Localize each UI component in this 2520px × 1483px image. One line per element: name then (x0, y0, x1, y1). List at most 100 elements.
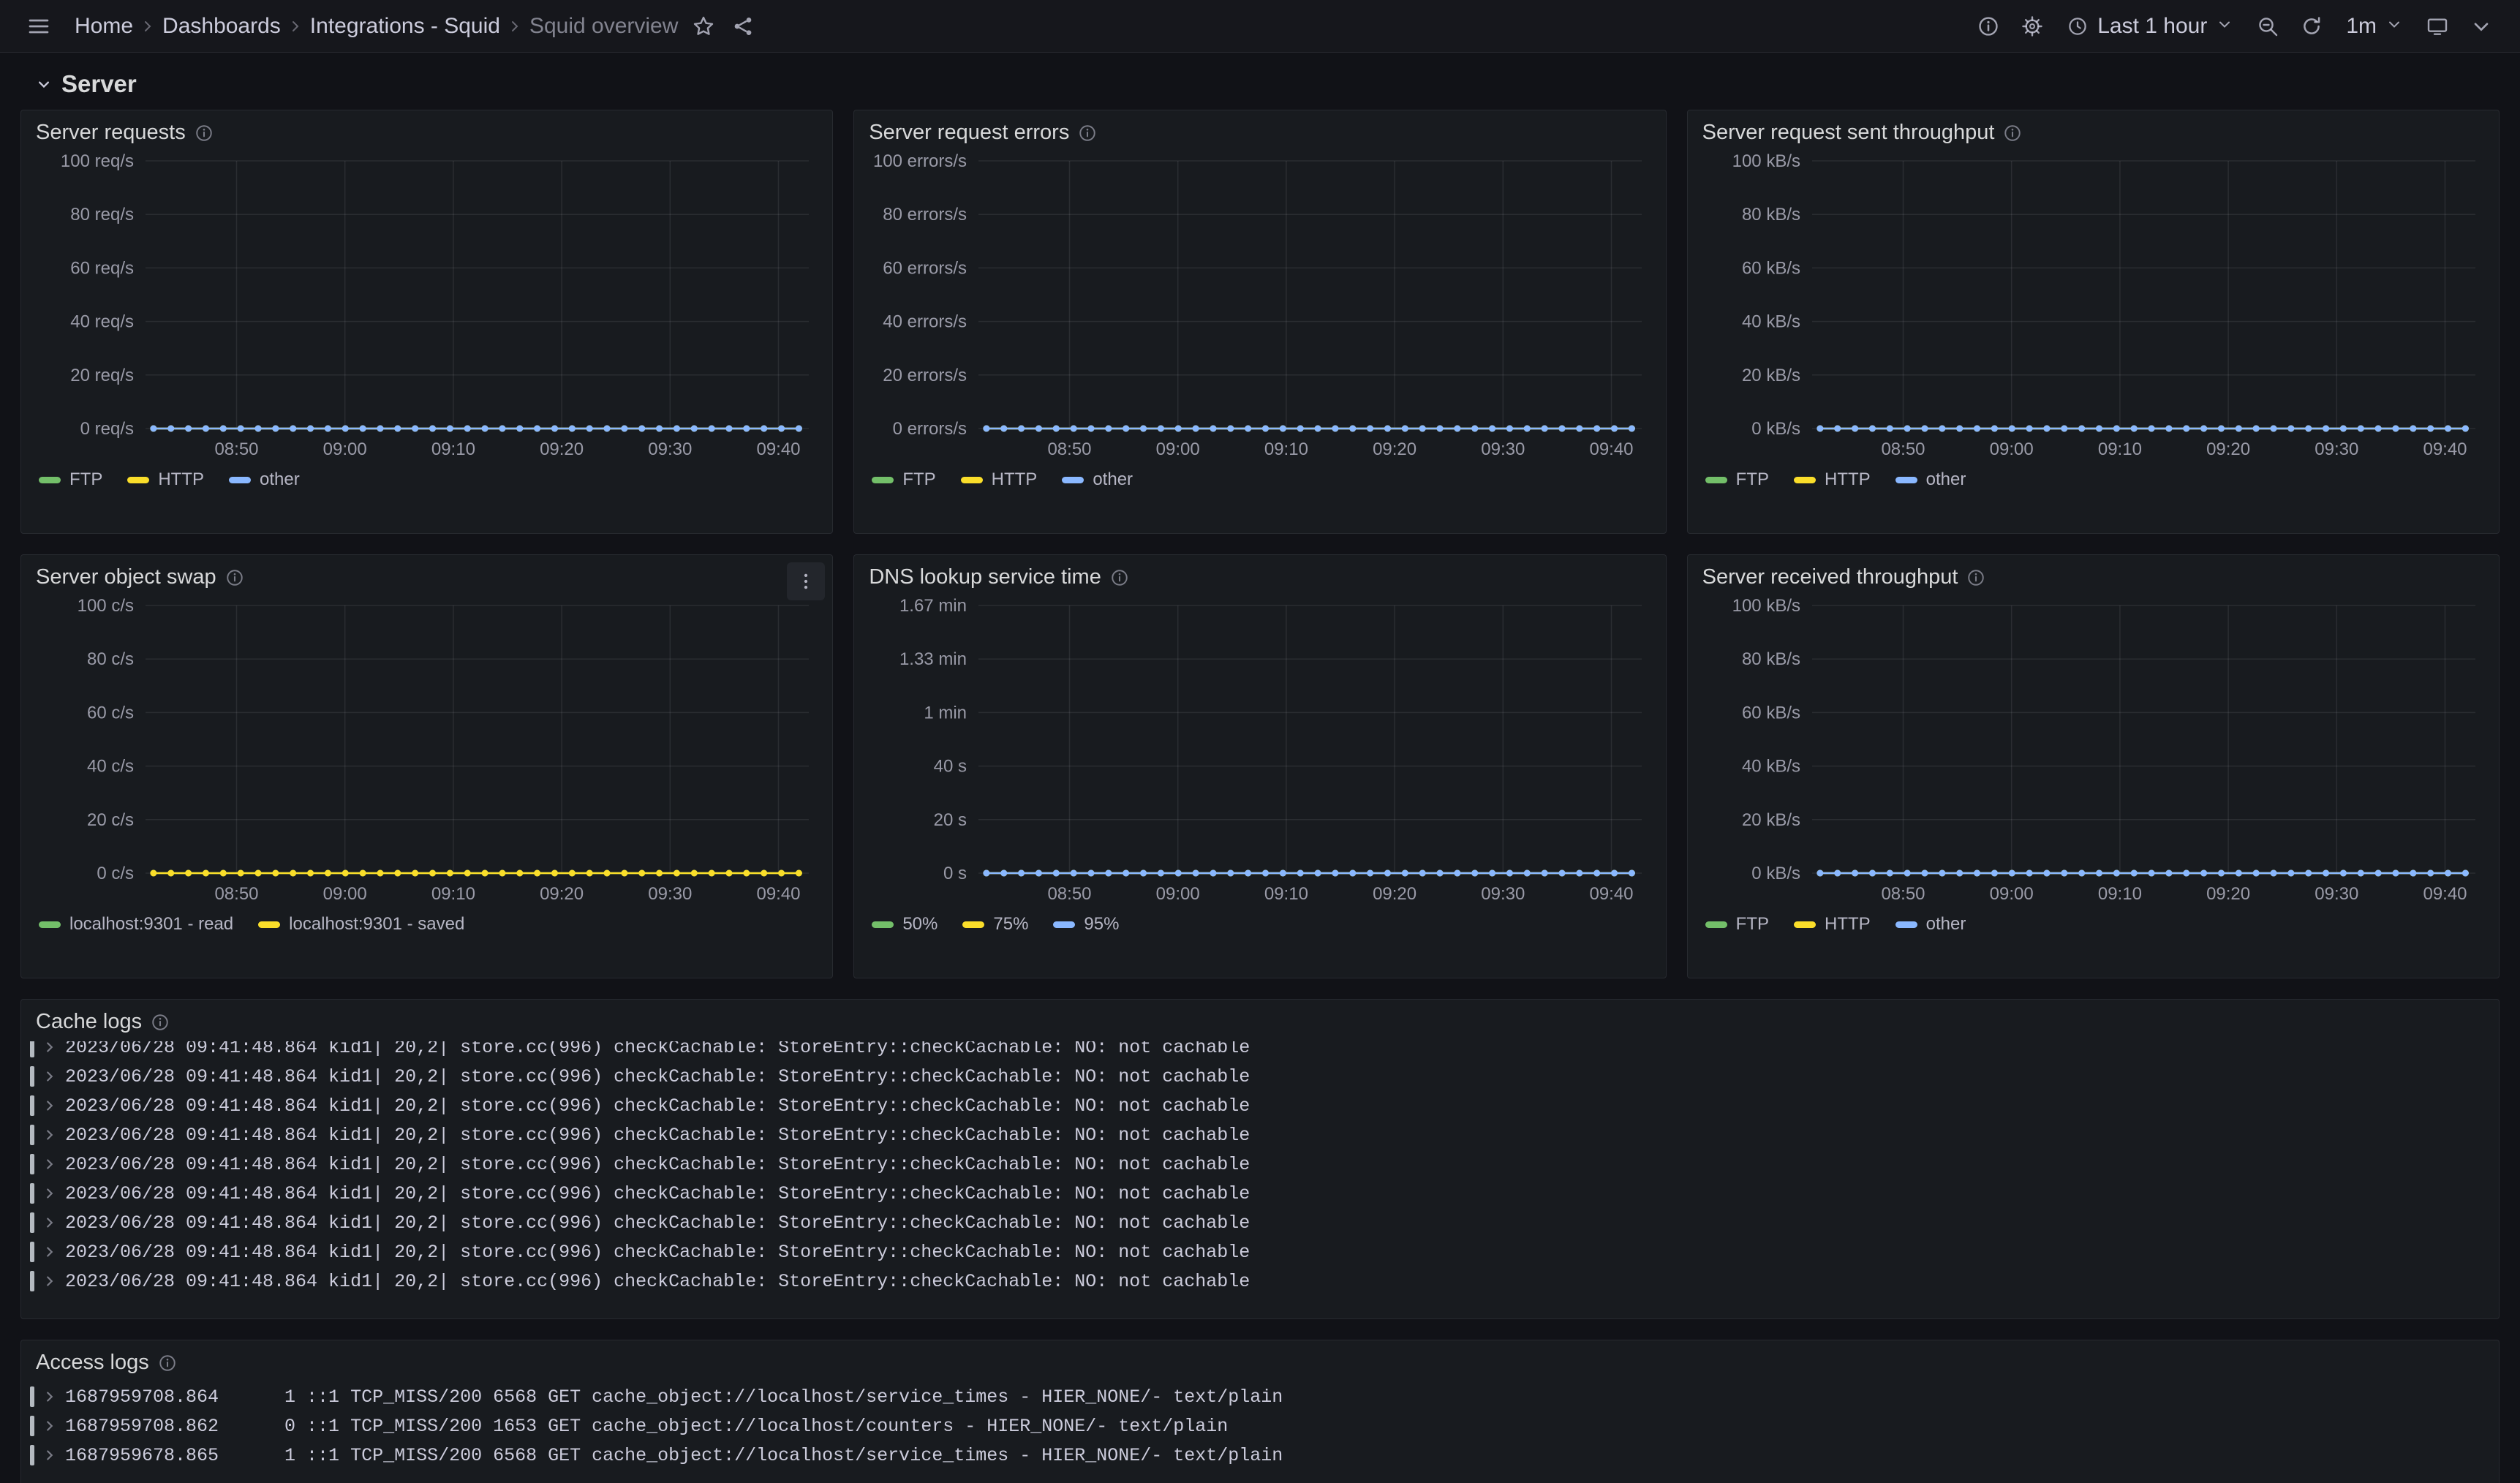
legend-item[interactable]: FTP (872, 469, 935, 490)
refresh-icon (2300, 15, 2323, 38)
breadcrumb: Home Dashboards Integrations - Squid Squ… (69, 14, 684, 39)
panel-header[interactable]: Server request errors (854, 110, 1665, 145)
legend-item[interactable]: HTTP (961, 469, 1038, 490)
legend-item[interactable]: HTTP (1794, 469, 1871, 490)
hamburger-icon (27, 15, 50, 38)
chevron-down-icon (2216, 14, 2233, 39)
svg-text:100 kB/s: 100 kB/s (1732, 596, 1800, 616)
log-line: 1687959678.865 1 ::1 TCP_MISS/200 6568 G… (65, 1445, 1283, 1466)
svg-text:09:10: 09:10 (431, 439, 475, 459)
time-series-chart[interactable]: 0 kB/s20 kB/s40 kB/s60 kB/s80 kB/s100 kB… (1695, 592, 2489, 907)
legend-item[interactable]: FTP (1705, 469, 1769, 490)
svg-text:09:20: 09:20 (1373, 439, 1416, 459)
svg-text:09:30: 09:30 (648, 884, 692, 904)
svg-text:0 kB/s: 0 kB/s (1751, 864, 1800, 883)
log-row[interactable]: 1687959708.864 1 ::1 TCP_MISS/200 6568 G… (30, 1382, 2489, 1411)
zoom-out-time-button[interactable] (2248, 7, 2287, 46)
share-dashboard-button[interactable] (723, 7, 763, 46)
panel-server-object-swap: Server object swap 0 c/s20 c/s40 c/s60 c… (20, 554, 833, 978)
dashboard-settings-button[interactable] (2012, 7, 2052, 46)
legend-item[interactable]: other (229, 469, 300, 490)
log-row[interactable]: 2023/06/28 09:41:48.864 kid1| 20,2| stor… (30, 1150, 2489, 1179)
legend-item[interactable]: 95% (1053, 914, 1119, 935)
svg-text:09:10: 09:10 (1264, 884, 1308, 904)
info-icon[interactable] (1110, 568, 1129, 587)
log-list[interactable]: 1687959708.864 1 ::1 TCP_MISS/200 6568 G… (30, 1382, 2489, 1470)
legend-label: HTTP (992, 469, 1038, 490)
log-row[interactable]: 2023/06/28 09:41:48.864 kid1| 20,2| stor… (30, 1208, 2489, 1237)
kiosk-mode-button[interactable] (2418, 7, 2457, 46)
legend-item[interactable]: 75% (962, 914, 1028, 935)
svg-text:09:00: 09:00 (1156, 439, 1200, 459)
log-row[interactable]: 2023/06/28 09:41:48.864 kid1| 20,2| stor… (30, 1062, 2489, 1091)
legend-item[interactable]: HTTP (1794, 914, 1871, 935)
log-row[interactable]: 2023/06/28 09:41:48.864 kid1| 20,2| stor… (30, 1091, 2489, 1120)
legend-label: localhost:9301 - read (69, 914, 233, 935)
info-icon[interactable] (2003, 124, 2022, 143)
log-row[interactable]: 1687959708.862 0 ::1 TCP_MISS/200 1653 G… (30, 1411, 2489, 1441)
chevron-right-icon (42, 1418, 58, 1434)
panel-menu-button[interactable] (787, 562, 825, 600)
legend-label: FTP (1736, 914, 1769, 935)
legend-item[interactable]: localhost:9301 - saved (258, 914, 464, 935)
info-icon[interactable] (158, 1354, 177, 1373)
legend-item[interactable]: other (1062, 469, 1133, 490)
time-series-chart[interactable]: 0 errors/s20 errors/s40 errors/s60 error… (861, 148, 1655, 462)
legend-item[interactable]: localhost:9301 - read (39, 914, 233, 935)
panel-header[interactable]: Server object swap (21, 555, 832, 589)
legend-label: HTTP (158, 469, 204, 490)
time-range-picker[interactable]: Last 1 hour (2056, 7, 2244, 46)
breadcrumb-folder[interactable]: Integrations - Squid (304, 14, 506, 39)
svg-text:09:00: 09:00 (323, 439, 367, 459)
log-row[interactable]: 2023/06/28 09:41:48.864 kid1| 20,2| stor… (30, 1120, 2489, 1150)
svg-text:09:40: 09:40 (756, 884, 800, 904)
svg-text:08:50: 08:50 (214, 884, 258, 904)
legend-label: localhost:9301 - saved (289, 914, 464, 935)
log-row[interactable]: 2023/06/28 09:41:48.864 kid1| 20,2| stor… (30, 1267, 2489, 1296)
log-row[interactable]: 2023/06/28 09:41:48.864 kid1| 20,2| stor… (30, 1237, 2489, 1267)
log-row[interactable]: 2023/06/28 09:41:48.864 kid1| 20,2| stor… (30, 1179, 2489, 1208)
dashboard-insights-button[interactable] (1969, 7, 2008, 46)
time-series-chart[interactable]: 0 s20 s40 s1 min1.33 min1.67 min08:5009:… (861, 592, 1655, 907)
log-level-bar (30, 1066, 34, 1087)
panel-header[interactable]: Access logs (21, 1340, 2499, 1375)
chevron-down-icon (2470, 15, 2493, 38)
log-list[interactable]: 2023/06/28 09:41:48.864 kid1| 20,2| stor… (30, 1041, 2489, 1313)
time-series-chart[interactable]: 0 c/s20 c/s40 c/s60 c/s80 c/s100 c/s08:5… (29, 592, 822, 907)
legend-swatch (1062, 477, 1084, 483)
legend-item[interactable]: other (1895, 914, 1966, 935)
legend-item[interactable]: FTP (39, 469, 102, 490)
log-row[interactable]: 1687959678.865 1 ::1 TCP_MISS/200 6568 G… (30, 1441, 2489, 1470)
info-icon[interactable] (195, 124, 214, 143)
section-row-server[interactable]: Server (20, 61, 2500, 110)
breadcrumb-dashboards[interactable]: Dashboards (156, 14, 287, 39)
time-series-chart[interactable]: 0 kB/s20 kB/s40 kB/s60 kB/s80 kB/s100 kB… (1695, 148, 2489, 462)
panel-header[interactable]: DNS lookup service time (854, 555, 1665, 589)
time-series-chart[interactable]: 0 req/s20 req/s40 req/s60 req/s80 req/s1… (29, 148, 822, 462)
info-icon[interactable] (1966, 568, 1985, 587)
panel-header[interactable]: Cache logs (21, 1000, 2499, 1034)
log-line: 2023/06/28 09:41:48.864 kid1| 20,2| stor… (65, 1212, 1250, 1234)
legend-item[interactable]: HTTP (127, 469, 204, 490)
panel-header[interactable]: Server requests (21, 110, 832, 145)
info-icon[interactable] (1078, 124, 1097, 143)
svg-text:60 c/s: 60 c/s (87, 703, 134, 722)
legend-item[interactable]: FTP (1705, 914, 1769, 935)
legend-swatch (1705, 921, 1727, 928)
refresh-interval-picker[interactable]: 1m (2336, 7, 2413, 46)
legend-swatch (1794, 921, 1816, 928)
menu-toggle-button[interactable] (19, 7, 59, 46)
nav-collapse-button[interactable] (2461, 7, 2501, 46)
log-level-bar (30, 1041, 34, 1057)
info-icon[interactable] (151, 1013, 170, 1032)
breadcrumb-home[interactable]: Home (69, 14, 139, 39)
legend-item[interactable]: 50% (872, 914, 938, 935)
panel-header[interactable]: Server request sent throughput (1688, 110, 2499, 145)
star-dashboard-button[interactable] (684, 7, 723, 46)
refresh-dashboard-button[interactable] (2292, 7, 2331, 46)
info-icon[interactable] (225, 568, 244, 587)
panel-header[interactable]: Server received throughput (1688, 555, 2499, 589)
log-row[interactable]: 2023/06/28 09:41:48.864 kid1| 20,2| stor… (30, 1041, 2489, 1062)
legend-label: FTP (1736, 469, 1769, 490)
legend-item[interactable]: other (1895, 469, 1966, 490)
